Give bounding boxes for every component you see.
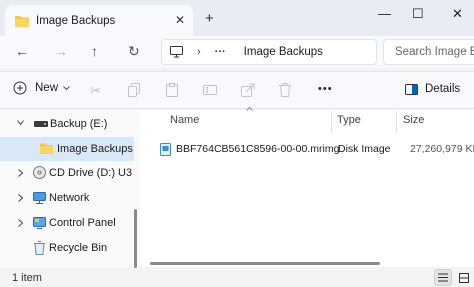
recycle-bin-icon [34, 241, 45, 255]
tab-close-icon[interactable]: ✕ [175, 13, 185, 27]
column-header-name[interactable]: Name [170, 114, 199, 126]
maximize-button[interactable]: ☐ [412, 6, 424, 22]
details-view-icon [438, 273, 448, 282]
rename-icon[interactable] [203, 83, 217, 97]
sort-up-chevron-icon [246, 107, 253, 111]
tab-title: Image Backups [36, 14, 116, 27]
paste-icon[interactable] [166, 83, 178, 97]
new-label: New [35, 82, 59, 94]
status-bar: 1 item [0, 268, 474, 287]
close-window-button[interactable]: ✕ [452, 6, 463, 22]
sidebar-item-label: Image Backups [57, 143, 133, 155]
column-header-type[interactable]: Type [337, 114, 361, 126]
sidebar-item-backup-drive[interactable]: Backup (E:) [0, 112, 134, 136]
file-name: BBF764CB561C8596-00-00.mrimg [176, 143, 340, 155]
refresh-button[interactable]: ↻ [128, 43, 140, 60]
sidebar-item-image-backups[interactable]: Image Backups [0, 137, 134, 161]
sidebar-item-label: Recycle Bin [49, 242, 108, 254]
details-pane-button[interactable]: Details [405, 83, 460, 95]
forward-button[interactable]: → [54, 43, 68, 59]
navigation-bar: ← → ↑ ↻ › ··· Image Backups Search Image… [0, 36, 474, 68]
delete-icon[interactable] [279, 83, 291, 97]
file-row[interactable]: BBF764CB561C8596-00-00.mrimg Disk Image … [160, 138, 474, 160]
folder-icon [40, 143, 53, 154]
sidebar-item-label: Network [49, 192, 90, 204]
control-panel-icon [33, 217, 46, 229]
sidebar-item-control-panel[interactable]: Control Panel [0, 211, 134, 235]
tiles-view-icon [459, 272, 469, 283]
column-divider[interactable] [331, 111, 332, 133]
chevron-expanded-icon [17, 120, 24, 126]
sidebar-item-label: CD Drive (D:) U3 Sys [49, 167, 134, 179]
sidebar-scrollbar[interactable] [134, 209, 137, 268]
network-icon [33, 192, 46, 204]
sidebar-item-label: Backup (E:) [50, 118, 108, 130]
folder-icon [15, 15, 29, 27]
breadcrumb-overflow[interactable]: ··· [215, 46, 226, 58]
details-view-button[interactable] [434, 269, 452, 286]
tiles-view-button[interactable] [455, 269, 473, 286]
breadcrumb-current[interactable]: Image Backups [244, 46, 323, 58]
navigation-pane: Backup (E:) Image Backups CD Drive (D:) … [0, 110, 140, 267]
share-icon[interactable] [241, 83, 255, 97]
search-input[interactable]: Search Image Bac [383, 39, 474, 65]
search-placeholder: Search Image Bac [395, 46, 474, 58]
column-divider[interactable] [396, 111, 397, 133]
column-header-size[interactable]: Size [403, 114, 424, 126]
plus-circle-icon [13, 81, 27, 95]
cut-icon[interactable]: ✂ [90, 83, 101, 99]
new-tab-button[interactable]: + [205, 10, 214, 27]
chevron-right-icon [18, 194, 23, 202]
sidebar-item-label: Control Panel [49, 217, 116, 229]
back-button[interactable]: ← [15, 43, 29, 59]
chevron-right-icon [18, 169, 23, 177]
tab-image-backups[interactable]: Image Backups ✕ [5, 5, 193, 36]
file-list: Name Type Size BBF764CB561C8596-00-00.mr… [140, 107, 474, 267]
command-bar: New ✂ ••• Details [0, 71, 474, 109]
monitor-icon [170, 46, 183, 58]
copy-icon[interactable] [128, 83, 141, 97]
details-pane-icon [405, 83, 418, 95]
disk-image-file-icon [160, 142, 171, 156]
new-button[interactable]: New [13, 81, 70, 95]
sidebar-item-recycle-bin[interactable]: Recycle Bin [0, 236, 134, 260]
up-button[interactable]: ↑ [91, 43, 98, 59]
details-label: Details [425, 83, 461, 95]
item-count: 1 item [12, 272, 42, 284]
chevron-down-icon [63, 85, 70, 90]
more-options-button[interactable]: ••• [318, 83, 333, 95]
drive-icon [34, 121, 48, 127]
minimize-button[interactable]: — [378, 6, 391, 21]
title-bar: Image Backups ✕ + — ☐ ✕ [0, 0, 474, 36]
file-size: 27,260,979 KB [410, 143, 474, 155]
file-type: Disk Image [338, 143, 391, 155]
breadcrumb-separator: › [197, 46, 201, 58]
file-list-horizontal-scrollbar[interactable] [150, 262, 380, 265]
address-bar[interactable]: › ··· Image Backups [161, 39, 377, 65]
cd-drive-icon [33, 166, 46, 179]
chevron-right-icon [18, 219, 23, 227]
sidebar-item-cd-drive[interactable]: CD Drive (D:) U3 Sys [0, 161, 134, 185]
sidebar-item-network[interactable]: Network [0, 186, 134, 210]
